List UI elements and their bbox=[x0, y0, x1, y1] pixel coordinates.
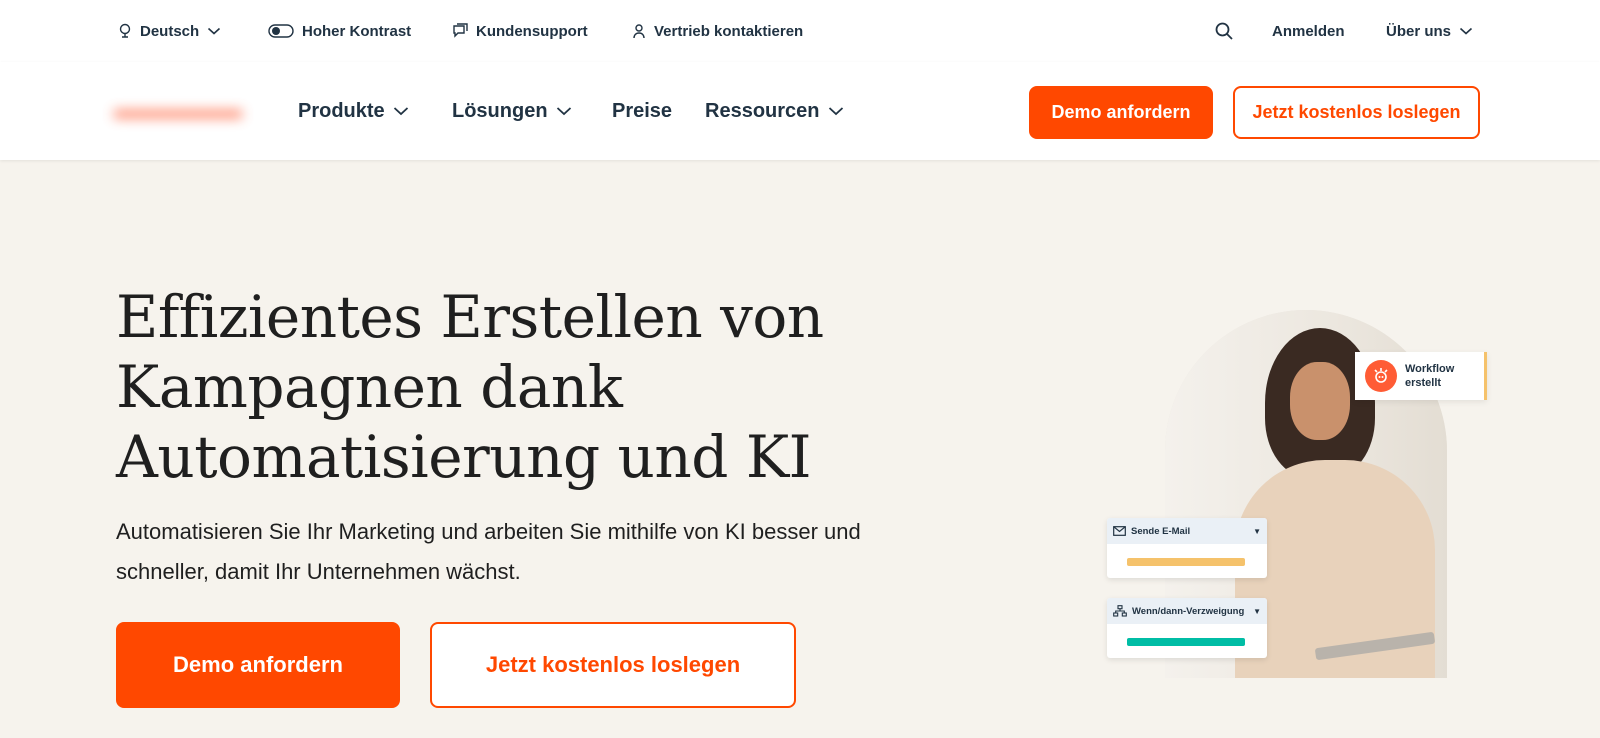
envelope-icon bbox=[1113, 526, 1126, 536]
about-label: Über uns bbox=[1386, 22, 1452, 40]
chevron-down-icon bbox=[1459, 27, 1473, 35]
nav-item-label: Preise bbox=[612, 99, 673, 122]
company-logo[interactable]: ▬▬▬▬▬ bbox=[114, 94, 242, 128]
nav-item-products[interactable]: Produkte bbox=[298, 98, 409, 124]
support-link[interactable]: Kundensupport bbox=[452, 20, 588, 42]
utility-bar: Deutsch Hoher Kontrast Kundensupport Ver… bbox=[0, 0, 1600, 62]
language-selector[interactable]: Deutsch bbox=[118, 20, 221, 42]
nav-item-pricing[interactable]: Preise bbox=[612, 98, 672, 124]
caret-down-icon: ▼ bbox=[1253, 606, 1261, 616]
nav-item-solutions[interactable]: Lösungen bbox=[452, 98, 572, 124]
nav-free-start-button[interactable]: Jetzt kostenlos loslegen bbox=[1233, 86, 1480, 139]
branch-icon bbox=[1113, 605, 1127, 617]
email-progress-bar bbox=[1127, 558, 1245, 566]
card-branch-label: Wenn/dann-Verzweigung bbox=[1132, 605, 1245, 617]
hero-title-line: Effizientes Erstellen von bbox=[116, 283, 824, 351]
nav-item-label: Ressourcen bbox=[705, 99, 820, 122]
hero-free-start-button[interactable]: Jetzt kostenlos loslegen bbox=[430, 622, 796, 708]
badge-text: Workflow erstellt bbox=[1405, 363, 1455, 389]
chevron-down-icon bbox=[393, 107, 408, 116]
contact-sales-label: Vertrieb kontaktieren bbox=[654, 22, 804, 40]
nav-item-label: Lösungen bbox=[452, 99, 548, 122]
hero-illustration: Workflow erstellt Sende E-Mail ▼ Wenn/da… bbox=[1107, 300, 1490, 690]
high-contrast-toggle[interactable]: Hoher Kontrast bbox=[268, 20, 411, 42]
nav-demo-button[interactable]: Demo anfordern bbox=[1029, 86, 1213, 139]
hero-subtitle: Automatisieren Sie Ihr Marketing und arb… bbox=[116, 519, 861, 584]
hero-title-line: Automatisierung und KI bbox=[116, 423, 812, 491]
caret-down-icon: ▼ bbox=[1253, 526, 1261, 536]
workflow-card-email: Sende E-Mail ▼ bbox=[1107, 518, 1267, 578]
chevron-down-icon bbox=[828, 107, 843, 116]
nav-item-resources[interactable]: Ressourcen bbox=[705, 98, 844, 124]
sprocket-avatar-icon bbox=[1365, 360, 1397, 392]
contact-sales-link[interactable]: Vertrieb kontaktieren bbox=[632, 20, 803, 42]
workflow-card-branch: Wenn/dann-Verzweigung ▼ bbox=[1107, 598, 1267, 658]
nav-item-label: Produkte bbox=[298, 99, 385, 122]
globe-icon bbox=[119, 23, 131, 38]
chevron-down-icon bbox=[556, 107, 571, 116]
about-menu[interactable]: Über uns bbox=[1386, 20, 1473, 42]
branch-progress-bar bbox=[1127, 638, 1245, 646]
workflow-created-badge: Workflow erstellt bbox=[1355, 352, 1487, 400]
hero-title: Effizientes Erstellen von Kampagnen dank… bbox=[116, 282, 936, 492]
high-contrast-label: Hoher Kontrast bbox=[302, 22, 412, 40]
chevron-down-icon bbox=[208, 27, 221, 35]
main-nav: ▬▬▬▬▬ Produkte Lösungen Preise Ressource… bbox=[0, 62, 1600, 160]
support-label: Kundensupport bbox=[476, 22, 588, 40]
hero-demo-button[interactable]: Demo anfordern bbox=[116, 622, 400, 708]
login-link[interactable]: Anmelden bbox=[1272, 20, 1345, 42]
search-button[interactable] bbox=[1214, 20, 1234, 42]
search-icon bbox=[1215, 22, 1233, 40]
contrast-toggle-icon bbox=[268, 24, 294, 38]
language-label: Deutsch bbox=[140, 22, 200, 40]
login-label: Anmelden bbox=[1272, 22, 1345, 40]
chat-icon bbox=[453, 23, 468, 38]
card-email-label: Sende E-Mail bbox=[1131, 525, 1191, 537]
person-icon bbox=[633, 24, 645, 39]
hero-title-line: Kampagnen dank bbox=[116, 353, 623, 421]
